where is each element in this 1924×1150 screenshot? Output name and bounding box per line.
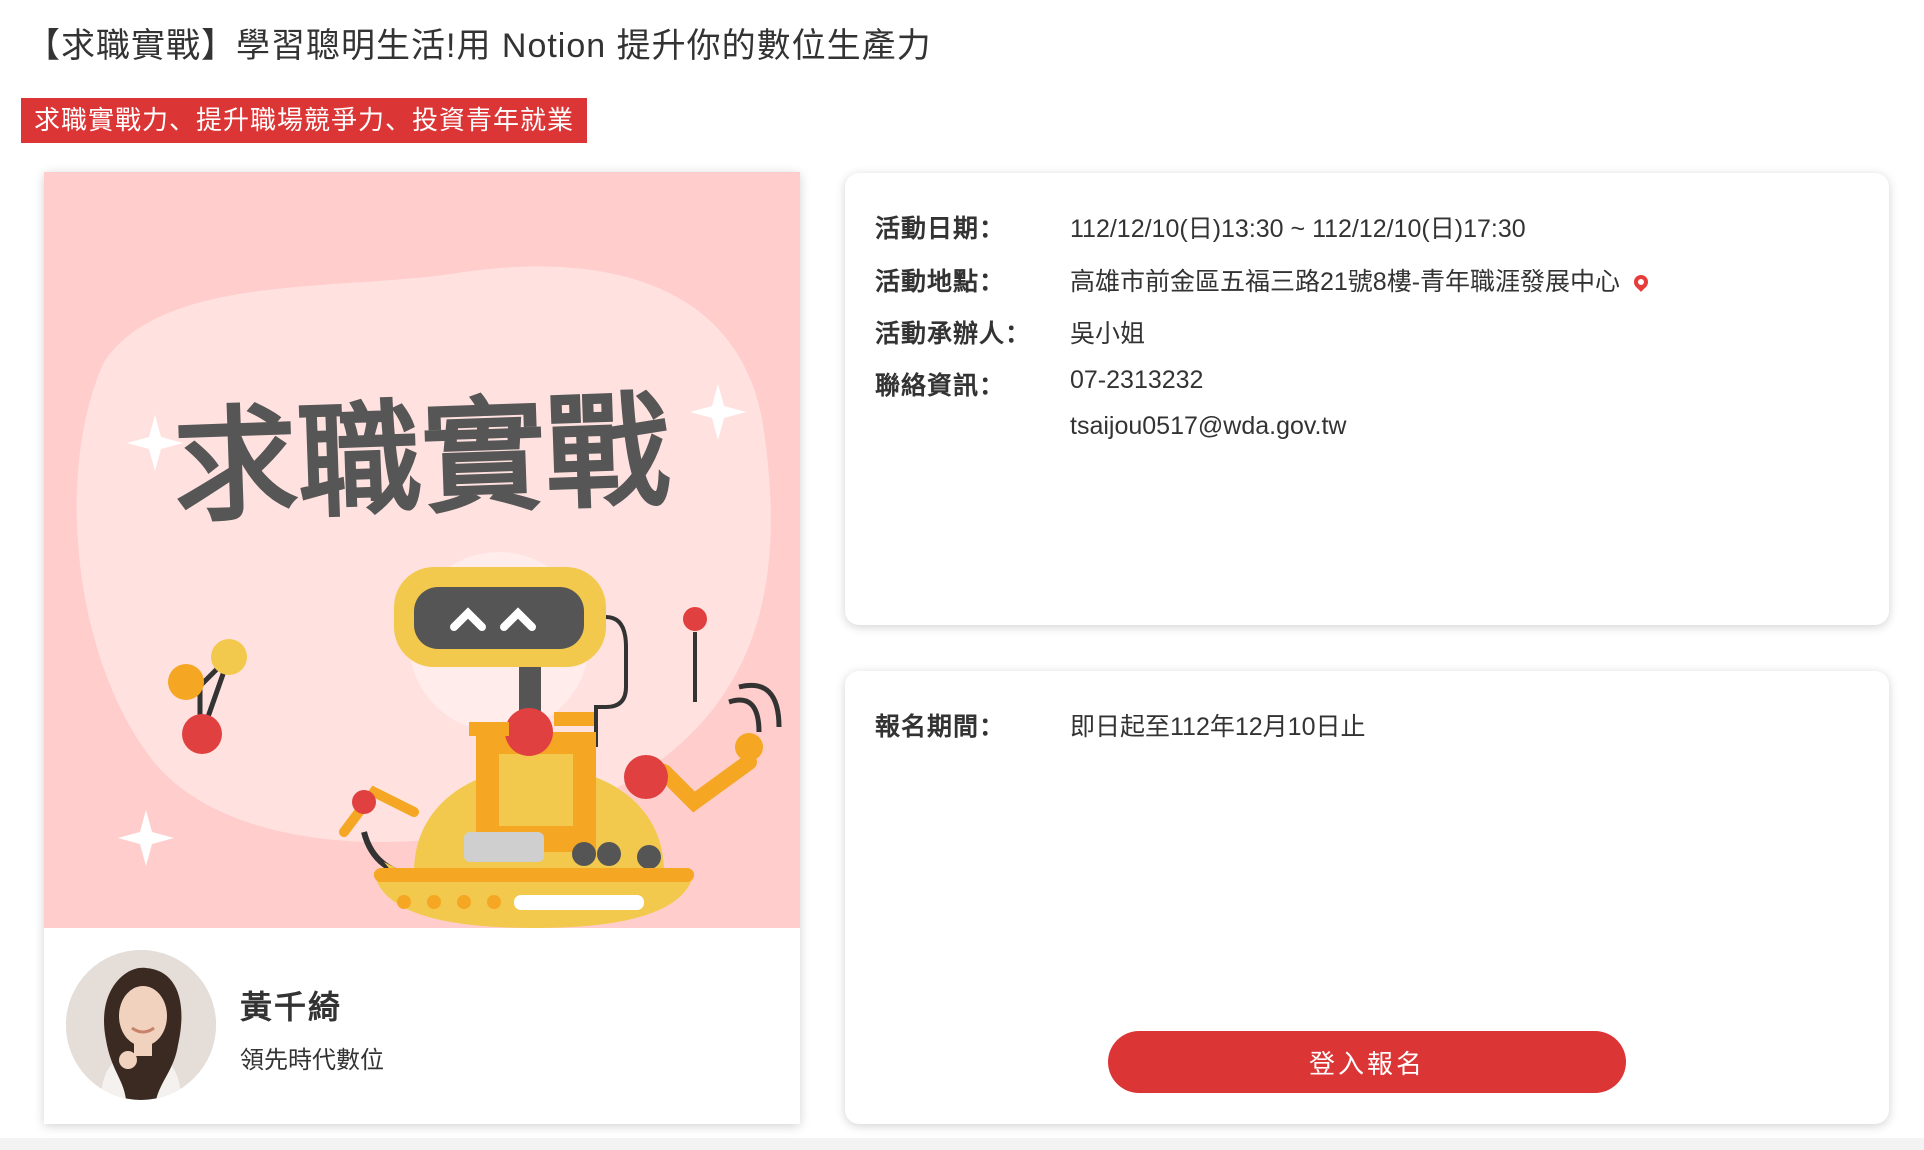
speaker-info: 黃千綺 領先時代數位	[44, 928, 800, 1124]
event-date-label: 活動日期：	[875, 215, 1006, 243]
banner-headline: 求職實戰	[171, 379, 672, 540]
speaker-avatar	[66, 950, 216, 1100]
event-contact-email: tsaijou0517@wda.gov.tw	[1070, 412, 1347, 440]
registration-card: 報名期間： 即日起至112年12月10日止 登入報名	[845, 671, 1889, 1124]
event-location-wrap: 高雄市前金區五福三路21號8樓-青年職涯發展中心	[1070, 262, 1651, 298]
speaker-card: 求職實戰 黃千綺 領先時代數位	[44, 172, 800, 1124]
event-banner-image: 求職實戰	[44, 172, 800, 928]
speaker-organization: 領先時代數位	[240, 1047, 384, 1074]
tagline-badge: 求職實戰力、提升職場競爭力、投資青年就業	[21, 98, 588, 143]
page-title: 【求職實戰】學習聰明生活!用 Notion 提升你的數位生產力	[26, 27, 932, 65]
event-organizer-label: 活動承辦人：	[875, 320, 1032, 348]
page-bottom-strip	[0, 1138, 1924, 1150]
event-contact-phone: 07-2313232	[1070, 366, 1204, 394]
map-pin-icon[interactable]	[1631, 272, 1651, 292]
event-info-card: 活動日期： 112/12/10(日)13:30 ~ 112/12/10(日)17…	[845, 173, 1889, 625]
registration-period-value: 即日起至112年12月10日止	[1070, 713, 1366, 741]
login-register-button[interactable]: 登入報名	[1108, 1031, 1626, 1093]
event-contact-label: 聯絡資訊：	[875, 372, 1006, 400]
banner-blob	[76, 266, 771, 842]
event-location-value: 高雄市前金區五福三路21號8樓-青年職涯發展中心	[1070, 268, 1621, 296]
registration-period-label: 報名期間：	[875, 713, 1006, 741]
event-date-value: 112/12/10(日)13:30 ~ 112/12/10(日)17:30	[1070, 215, 1526, 243]
event-location-label: 活動地點：	[875, 268, 1006, 296]
speaker-name: 黃千綺	[240, 989, 343, 1025]
event-organizer-value: 吳小姐	[1070, 320, 1146, 348]
